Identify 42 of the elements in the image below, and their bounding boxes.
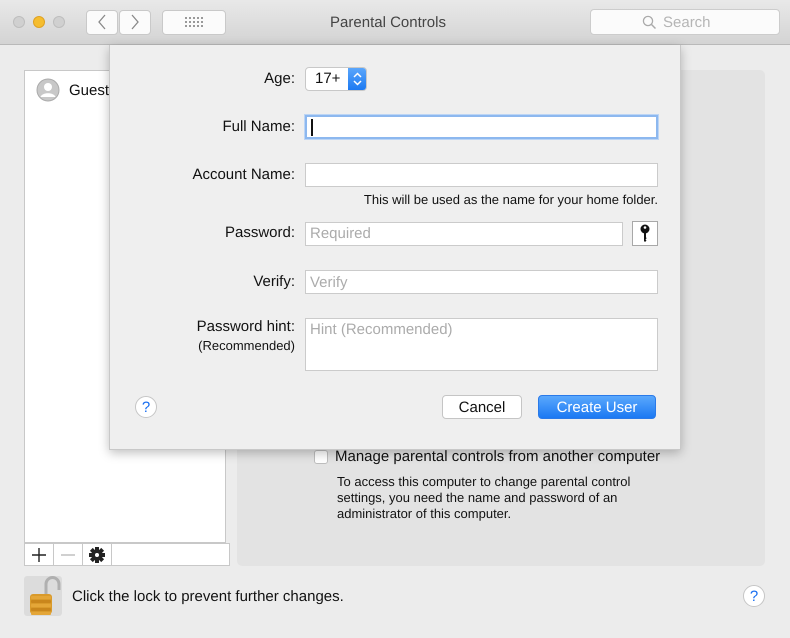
key-icon [639,224,651,243]
hint-field[interactable]: Hint (Recommended) [305,318,658,371]
field-label: Password: [224,223,295,241]
avatar-icon [36,78,60,102]
help-button[interactable]: ? [135,396,157,418]
forward-button[interactable] [119,10,151,34]
field-label: Account Name: [191,165,295,183]
close-button[interactable] [13,16,25,28]
field-label: Verify: [252,272,295,290]
chevron-left-icon [98,14,106,30]
lock-message: Click the lock to prevent further changes. [72,588,345,604]
field-sublabel: (Recommended) [197,338,295,353]
checkbox[interactable] [314,450,328,464]
zoom-button[interactable] [53,16,65,28]
field-label: Password hint: [196,318,295,335]
text-field[interactable] [305,115,658,139]
cancel-button[interactable]: Cancel [442,395,522,419]
search-icon [642,15,656,29]
minimize-button[interactable] [33,16,45,28]
checkbox-label: Manage parental controls from another computer [335,448,660,465]
show-all-button[interactable] [162,10,226,34]
back-button[interactable] [86,10,118,34]
field-label: Full Name: [221,117,295,135]
window-title: Parental Controls [329,14,447,30]
text-cursor [311,119,313,136]
description-text: To access this computer to change parental control settings, you need the name and password of an administrator of this computer. [337,474,632,522]
field-label: Age: [263,69,295,87]
minus-icon [61,554,75,556]
chevron-right-icon [131,14,139,30]
create-user-button[interactable]: Create User [538,395,656,419]
lock-button[interactable] [24,576,62,616]
grid-icon [185,17,203,27]
field-note: This will be used as the name for your home folder. [362,192,658,207]
help-button[interactable]: ? [743,585,765,607]
text-field[interactable] [305,163,658,187]
password-assistant-button[interactable] [632,221,658,246]
gear-icon [89,546,105,562]
text-field[interactable]: Verify [305,270,658,294]
password-field[interactable]: Required [305,222,623,246]
plus-icon [32,548,46,562]
age-popup[interactable]: 17+ [305,67,368,91]
search-field[interactable]: Search [590,9,780,35]
